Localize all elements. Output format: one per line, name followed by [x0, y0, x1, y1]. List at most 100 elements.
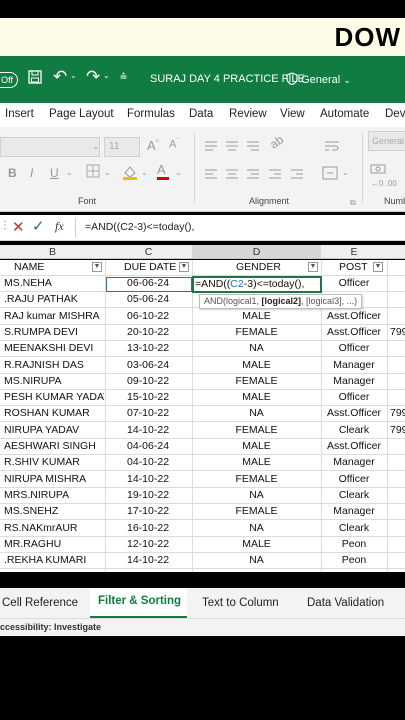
tab-review[interactable]: Review [229, 108, 267, 120]
cell-post[interactable]: Cleark [321, 522, 387, 534]
cell-gender[interactable]: NA [192, 522, 321, 534]
tab-automate[interactable]: Automate [320, 108, 369, 120]
cell-name[interactable]: MS.NIRUPA [4, 375, 104, 387]
column-header-d[interactable]: D [192, 245, 321, 258]
cell-gender[interactable]: NA [192, 489, 321, 501]
active-cell-editor[interactable]: =AND((C2-3)<=today(), [192, 276, 322, 293]
cell-f[interactable]: 799 [390, 407, 405, 419]
orientation-icon[interactable]: ab [267, 132, 286, 151]
cell-gender[interactable]: MALE [192, 538, 321, 550]
font-name-box[interactable] [0, 137, 100, 157]
cell-gender[interactable]: FEMALE [192, 326, 321, 338]
cell-gender[interactable]: NA [192, 554, 321, 566]
cell-gender[interactable]: FEMALE [192, 424, 321, 436]
cell-post[interactable]: Asst.Officer [321, 310, 387, 322]
cell-post[interactable]: Manager [321, 505, 387, 517]
cell-post[interactable]: Manager [321, 456, 387, 468]
cell-gender[interactable]: FEMALE [192, 375, 321, 387]
decrease-font-icon[interactable]: Aˇ [169, 138, 179, 151]
align-bottom-icon[interactable] [246, 139, 260, 157]
number-format-box[interactable]: General [368, 131, 405, 151]
wrap-text-icon[interactable] [324, 139, 340, 157]
sheet-tab-cell-reference[interactable]: Cell Reference [2, 597, 78, 609]
cell-f[interactable]: 799 [390, 326, 405, 338]
customize-toolbar-icon[interactable]: ⩮ [120, 69, 127, 84]
tab-data[interactable]: Data [189, 108, 213, 120]
sheet-tab-data-validation[interactable]: Data Validation [307, 597, 384, 609]
cell-gender[interactable]: MALE [192, 456, 321, 468]
cell-gender[interactable]: FEMALE [192, 505, 321, 517]
merge-center-icon[interactable] [322, 166, 338, 185]
cell-name[interactable]: MS.NEHA [4, 277, 104, 289]
cell-due-date[interactable]: 06-10-22 [127, 310, 169, 322]
save-icon[interactable] [28, 70, 42, 88]
cell-post[interactable]: Officer [321, 277, 387, 289]
filter-dropdown-icon[interactable]: ▼ [308, 262, 318, 272]
increase-font-icon[interactable]: A^ [147, 138, 159, 153]
sheet-tab-filter-sorting[interactable]: Filter & Sorting [98, 595, 181, 607]
cell-due-date[interactable]: 20-10-22 [127, 326, 169, 338]
cell-post[interactable]: Officer [321, 342, 387, 354]
cell-due-date[interactable]: 04-10-22 [127, 456, 169, 468]
cell-name[interactable]: MR.RAGHU [4, 538, 104, 550]
sensitivity-button[interactable]: General ⌄ [286, 72, 351, 86]
align-right-icon[interactable] [246, 167, 260, 185]
tab-view[interactable]: View [280, 108, 305, 120]
font-color-icon[interactable]: A [157, 162, 169, 180]
filter-dropdown-icon[interactable]: ▼ [373, 262, 383, 272]
insert-function-button[interactable]: fx [55, 219, 64, 234]
cell-due-date[interactable]: 13-10-22 [127, 342, 169, 354]
fill-color-icon[interactable] [122, 164, 138, 185]
cell-due-date[interactable]: 09-10-22 [127, 375, 169, 387]
cell-due-date[interactable]: 07-10-22 [127, 407, 169, 419]
underline-button[interactable]: U [50, 166, 59, 180]
cell-name[interactable]: NIRUPA MISHRA [4, 473, 104, 485]
tab-insert[interactable]: Insert [5, 108, 34, 120]
tab-formulas[interactable]: Formulas [127, 108, 175, 120]
align-center-icon[interactable] [225, 167, 239, 185]
italic-button[interactable]: I [30, 166, 33, 180]
cell-name[interactable]: PESH KUMAR YADAV [4, 391, 104, 403]
cell-post[interactable]: Officer [321, 473, 387, 485]
decrease-indent-icon[interactable] [268, 167, 282, 185]
cell-post[interactable]: Manager [321, 359, 387, 371]
cell-name[interactable]: MEENAKSHI DEVI [4, 342, 104, 354]
cell-post[interactable]: Cleark [321, 424, 387, 436]
cell-due-date[interactable]: 05-06-24 [127, 293, 169, 305]
align-left-icon[interactable] [204, 167, 218, 185]
cell-due-date[interactable]: 14-10-22 [127, 554, 169, 566]
cell-due-date[interactable]: 17-10-22 [127, 505, 169, 517]
cell-name[interactable]: R.SHIV KUMAR [4, 456, 104, 468]
cell-post[interactable]: Asst.Officer [321, 440, 387, 452]
cell-name[interactable]: NIRUPA YADAV [4, 424, 104, 436]
accessibility-status[interactable]: ccessibility: Investigate [0, 622, 101, 632]
increase-indent-icon[interactable] [290, 167, 304, 185]
cell-due-date[interactable]: 16-10-22 [127, 522, 169, 534]
cancel-icon[interactable]: ✕ [12, 218, 25, 236]
cell-name[interactable]: RS.NAKmrAUR [4, 522, 104, 534]
cell-due-date[interactable]: 03-06-24 [127, 359, 169, 371]
cell-due-date[interactable]: 12-10-22 [127, 538, 169, 550]
cell-name[interactable]: MS.SNEHZ [4, 505, 104, 517]
dialog-launcher-icon[interactable]: ⧉ [350, 198, 356, 208]
column-header-c[interactable]: C [105, 246, 192, 258]
cell-post[interactable]: Manager [321, 375, 387, 387]
cell-gender[interactable]: MALE [192, 359, 321, 371]
cell-gender[interactable]: MALE [192, 440, 321, 452]
cell-name[interactable]: RAJ kumar MISHRA [4, 310, 104, 322]
cell-due-date[interactable]: 04-06-24 [127, 440, 169, 452]
font-size-box[interactable]: 11 [104, 137, 140, 157]
cell-gender[interactable]: FEMALE [192, 473, 321, 485]
cell-gender[interactable]: NA [192, 342, 321, 354]
cell-post[interactable]: Asst.Officer [321, 326, 387, 338]
cell-gender[interactable]: NA [192, 407, 321, 419]
cell-name[interactable]: MRS.NIRUPA [4, 489, 104, 501]
redo-dropdown-icon[interactable]: ⌄ [103, 71, 110, 80]
column-header-e[interactable]: E [321, 246, 387, 258]
column-header-b[interactable]: B [0, 246, 105, 258]
cell-gender[interactable]: MALE [192, 391, 321, 403]
undo-dropdown-icon[interactable]: ⌄ [70, 71, 77, 80]
tab-developer[interactable]: Dev [385, 108, 405, 120]
cell-post[interactable]: Asst.Officer [321, 407, 387, 419]
cell-name[interactable]: S.RUMPA DEVI [4, 326, 104, 338]
